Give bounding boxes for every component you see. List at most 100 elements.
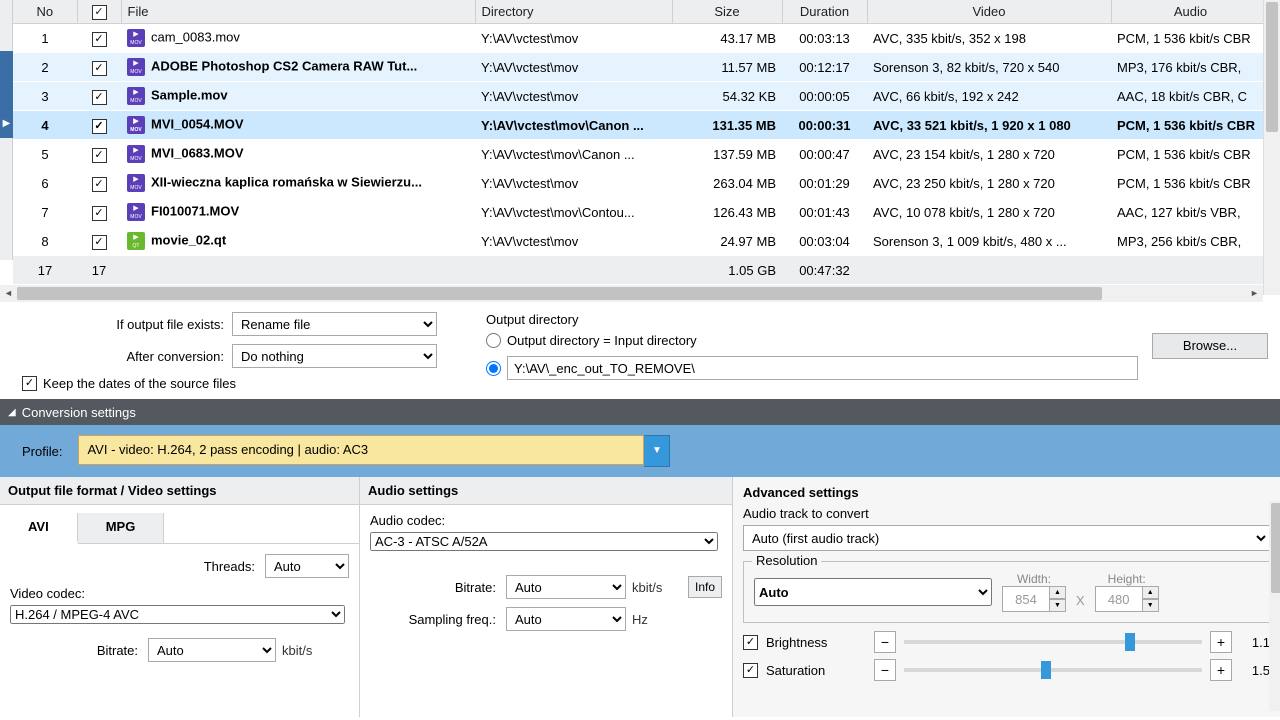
settings-columns: Output file format / Video settings AVI … bbox=[0, 477, 1280, 717]
scroll-left-icon[interactable]: ◄ bbox=[0, 285, 17, 302]
brightness-minus-button[interactable]: − bbox=[874, 631, 896, 653]
file-icon bbox=[127, 58, 145, 76]
table-row[interactable]: 8✓movie_02.qtY:\AV\vctest\mov24.97 MB00:… bbox=[13, 227, 1270, 256]
audio-track-select[interactable]: Auto (first audio track) bbox=[743, 525, 1270, 551]
table-row[interactable]: 4✓MVI_0054.MOVY:\AV\vctest\mov\Canon ...… bbox=[13, 111, 1270, 140]
saturation-slider[interactable] bbox=[904, 668, 1202, 672]
table-row[interactable]: 1✓cam_0083.movY:\AV\vctest\mov43.17 MB00… bbox=[13, 24, 1270, 53]
audio-bitrate-select[interactable]: Auto bbox=[506, 575, 626, 599]
output-path-input[interactable] bbox=[507, 356, 1138, 380]
saturation-label: Saturation bbox=[766, 663, 866, 678]
brightness-label: Brightness bbox=[766, 635, 866, 650]
current-row-icon: ▶ bbox=[0, 109, 13, 138]
output-options-pane: If output file exists: Rename file After… bbox=[0, 302, 1280, 399]
output-same-label: Output directory = Input directory bbox=[507, 333, 697, 348]
after-conversion-select[interactable]: Do nothing bbox=[232, 344, 437, 368]
row-checkbox[interactable]: ✓ bbox=[92, 32, 107, 47]
resolution-group: Resolution Auto Width: ▲▼ X Height: ▲▼ bbox=[743, 561, 1270, 623]
audio-codec-label: Audio codec: bbox=[370, 513, 722, 528]
table-row[interactable]: 2✓ADOBE Photoshop CS2 Camera RAW Tut...Y… bbox=[13, 53, 1270, 82]
vertical-scrollbar[interactable] bbox=[1263, 0, 1280, 295]
col-vid[interactable]: Video bbox=[867, 0, 1111, 24]
if-exists-select[interactable]: Rename file bbox=[232, 312, 437, 336]
after-conversion-label: After conversion: bbox=[22, 349, 232, 364]
keep-dates-label: Keep the dates of the source files bbox=[43, 376, 236, 391]
video-bitrate-select[interactable]: Auto bbox=[148, 638, 276, 662]
table-header-row: No ✓ File Directory Size Duration Video … bbox=[13, 0, 1270, 24]
conversion-settings-title: Conversion settings bbox=[22, 405, 136, 420]
tab-avi[interactable]: AVI bbox=[0, 513, 78, 544]
table-row[interactable]: 6✓XII-wieczna kaplica romańska w Siewier… bbox=[13, 169, 1270, 198]
x-separator: X bbox=[1076, 593, 1085, 612]
horizontal-scrollbar[interactable]: ◄ ► bbox=[0, 285, 1263, 302]
file-icon bbox=[127, 174, 145, 192]
width-input[interactable] bbox=[1002, 586, 1050, 612]
row-checkbox[interactable]: ✓ bbox=[92, 206, 107, 221]
row-checkbox[interactable]: ✓ bbox=[92, 90, 107, 105]
sampling-freq-unit: Hz bbox=[632, 612, 648, 627]
saturation-plus-button[interactable]: + bbox=[1210, 659, 1232, 681]
video-codec-label: Video codec: bbox=[10, 586, 349, 601]
audio-bitrate-unit: kbit/s bbox=[632, 580, 662, 595]
selected-row-bar bbox=[0, 51, 13, 80]
file-table[interactable]: No ✓ File Directory Size Duration Video … bbox=[13, 0, 1271, 285]
spin-up-icon[interactable]: ▲ bbox=[1143, 586, 1159, 599]
advanced-scrollbar[interactable] bbox=[1269, 501, 1280, 711]
sampling-freq-select[interactable]: Auto bbox=[506, 607, 626, 631]
row-checkbox[interactable]: ✓ bbox=[92, 177, 107, 192]
col-size[interactable]: Size bbox=[672, 0, 782, 24]
profile-value[interactable]: AVI - video: H.264, 2 pass encoding | au… bbox=[78, 435, 644, 465]
file-icon bbox=[127, 232, 145, 250]
info-button[interactable]: Info bbox=[688, 576, 722, 598]
audio-codec-select[interactable]: AC-3 - ATSC A/52A bbox=[370, 532, 718, 551]
output-custom-radio[interactable] bbox=[486, 361, 501, 376]
brightness-checkbox[interactable]: ✓ bbox=[743, 635, 758, 650]
col-no[interactable]: No bbox=[13, 0, 77, 24]
if-exists-label: If output file exists: bbox=[22, 317, 232, 332]
col-dur[interactable]: Duration bbox=[782, 0, 867, 24]
summary-row: 17 17 1.05 GB 00:47:32 bbox=[13, 256, 1270, 285]
tab-mpg[interactable]: MPG bbox=[78, 513, 165, 543]
header-checkbox[interactable]: ✓ bbox=[92, 5, 107, 20]
spin-up-icon[interactable]: ▲ bbox=[1050, 586, 1066, 599]
brightness-slider[interactable] bbox=[904, 640, 1202, 644]
brightness-plus-button[interactable]: + bbox=[1210, 631, 1232, 653]
table-row[interactable]: 7✓FI010071.MOVY:\AV\vctest\mov\Contou...… bbox=[13, 198, 1270, 227]
col-aud[interactable]: Audio bbox=[1111, 0, 1270, 24]
resolution-title: Resolution bbox=[752, 553, 821, 568]
saturation-checkbox[interactable]: ✓ bbox=[743, 663, 758, 678]
threads-label: Threads: bbox=[204, 559, 259, 574]
col-dir[interactable]: Directory bbox=[475, 0, 672, 24]
saturation-minus-button[interactable]: − bbox=[874, 659, 896, 681]
file-icon bbox=[127, 116, 145, 134]
row-checkbox[interactable]: ✓ bbox=[92, 61, 107, 76]
profile-label: Profile: bbox=[22, 444, 62, 459]
threads-select[interactable]: Auto bbox=[265, 554, 349, 578]
advanced-settings-header: Advanced settings bbox=[743, 477, 1270, 506]
selected-row-bar bbox=[0, 80, 13, 109]
resolution-mode-select[interactable]: Auto bbox=[754, 578, 992, 606]
col-check[interactable]: ✓ bbox=[77, 0, 121, 24]
file-icon bbox=[127, 145, 145, 163]
table-row[interactable]: 5✓MVI_0683.MOVY:\AV\vctest\mov\Canon ...… bbox=[13, 140, 1270, 169]
col-file[interactable]: File bbox=[121, 0, 475, 24]
keep-dates-checkbox[interactable]: ✓ bbox=[22, 376, 37, 391]
scroll-right-icon[interactable]: ► bbox=[1246, 285, 1263, 302]
video-codec-select[interactable]: H.264 / MPEG-4 AVC bbox=[10, 605, 345, 624]
browse-button[interactable]: Browse... bbox=[1152, 333, 1268, 359]
brightness-value: 1.1 bbox=[1240, 635, 1270, 650]
output-dir-label: Output directory bbox=[486, 312, 1268, 327]
spin-down-icon[interactable]: ▼ bbox=[1050, 599, 1066, 612]
profile-dropdown-icon[interactable]: ▼ bbox=[644, 435, 670, 467]
output-same-radio[interactable] bbox=[486, 333, 501, 348]
audio-track-label: Audio track to convert bbox=[743, 506, 1270, 521]
spin-down-icon[interactable]: ▼ bbox=[1143, 599, 1159, 612]
conversion-settings-header[interactable]: ◢ Conversion settings bbox=[0, 399, 1280, 425]
saturation-value: 1.5 bbox=[1240, 663, 1270, 678]
row-checkbox[interactable]: ✓ bbox=[92, 235, 107, 250]
table-row[interactable]: 3✓Sample.movY:\AV\vctest\mov54.32 KB00:0… bbox=[13, 82, 1270, 111]
row-checkbox[interactable]: ✓ bbox=[92, 119, 107, 134]
height-input[interactable] bbox=[1095, 586, 1143, 612]
audio-settings-header: Audio settings bbox=[360, 477, 732, 505]
row-checkbox[interactable]: ✓ bbox=[92, 148, 107, 163]
